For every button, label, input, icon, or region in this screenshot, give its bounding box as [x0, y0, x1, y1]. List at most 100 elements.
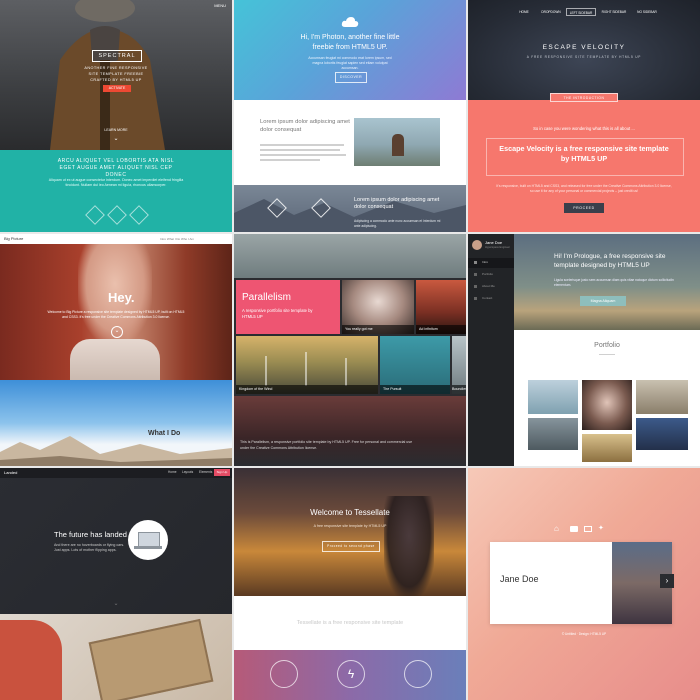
sidebar-name: Jane Doe: [485, 240, 503, 245]
red-chair: [0, 620, 62, 700]
nav-left-sidebar[interactable]: LEFT SIDEBAR: [566, 8, 596, 16]
proceed-button[interactable]: Proceed to second phase: [322, 541, 380, 552]
sign-up-button[interactable]: Sign Up: [214, 469, 230, 476]
nav-dropdown[interactable]: DROPDOWN: [536, 8, 566, 16]
photon-title: Hi, I'm Photon, another fine little free…: [300, 34, 400, 51]
next-arrow-button[interactable]: ›: [660, 574, 674, 588]
bigpicture-nav: Intro What I Do Who I Am: [160, 237, 230, 241]
tessellate-section: Tessellate is a free responsive site tem…: [234, 596, 466, 650]
spectral-band: ARCU ALIQUET VEL LOBORTIS ATA NISL EGET …: [0, 150, 232, 232]
photon-section: Lorem ipsum dolor adipiscing amet dolor …: [234, 100, 466, 185]
what-i-do-title: What I Do: [148, 430, 181, 437]
nav-no-sidebar[interactable]: NO SIDEBAR: [632, 8, 662, 16]
portfolio-thumb-1[interactable]: [528, 380, 578, 414]
clock-icon: [270, 660, 298, 688]
chevron-down-icon[interactable]: ⌄: [111, 600, 121, 607]
redhead-image: Hey. Welcome to Big Picture a responsive…: [0, 244, 232, 380]
prologue-portfolio: Portfolio: [514, 330, 700, 466]
bigpicture-logo[interactable]: Big Picture: [4, 236, 23, 241]
home-icon: [474, 261, 477, 264]
portfolio-item-5[interactable]: Boundless: [452, 336, 466, 394]
proceed-button[interactable]: PROCEED: [564, 203, 604, 213]
desk-image: [0, 614, 232, 700]
sidebar-item-contact[interactable]: Contact: [468, 294, 514, 304]
menu-link[interactable]: MENU: [214, 3, 226, 8]
landed-hero: Landed Home Layouts Elements Sign Up The…: [0, 468, 232, 614]
learn-more-link[interactable]: LEARN MORE: [96, 128, 136, 132]
nav-what-i-do[interactable]: What I Do: [167, 237, 180, 241]
landed-logo[interactable]: Landed: [4, 470, 17, 475]
section2-title: Lorem ipsum dolor adipiscing amet dolor …: [354, 197, 440, 210]
identity-name: Jane Doe: [500, 574, 539, 584]
tile-prologue[interactable]: Jane Doe Hyperspace Engineer Intro Portf…: [468, 234, 700, 466]
nav-home[interactable]: HOME: [512, 8, 536, 16]
sidebar-item-intro[interactable]: Intro: [468, 258, 514, 268]
tile-escape-velocity[interactable]: HOME DROPDOWN LEFT SIDEBAR RIGHT SIDEBAR…: [468, 0, 700, 232]
tessellate-features: ϟ: [234, 650, 466, 700]
nav-right-sidebar[interactable]: RIGHT SIDEBAR: [598, 8, 630, 16]
grid-icon: [474, 273, 477, 276]
sidebar-item-portfolio[interactable]: Portfolio: [468, 270, 514, 280]
nav-intro[interactable]: Intro: [160, 237, 166, 241]
arrow-down-icon[interactable]: ⌄: [111, 326, 123, 338]
intro-tab: THE INTRODUCTION: [550, 93, 618, 102]
home-icon[interactable]: ⌂: [554, 524, 559, 534]
tile-big-picture[interactable]: Big Picture Intro What I Do Who I Am Hey…: [0, 234, 232, 466]
tile-photon[interactable]: Hi, I'm Photon, another fine little free…: [234, 0, 466, 232]
envelope-icon[interactable]: [584, 526, 592, 532]
avatar: [472, 240, 482, 250]
discover-button[interactable]: DISCOVER: [335, 72, 367, 83]
tile-tessellate[interactable]: Welcome to Tessellate A free responsive …: [234, 468, 466, 700]
landed-navbar: Landed Home Layouts Elements Sign Up: [0, 468, 232, 478]
portfolio-thumb-6[interactable]: [636, 418, 688, 450]
section2-text: Adipiscing a commodo ante nunc accumsan …: [354, 219, 441, 228]
tile-parallelism[interactable]: Parallelism A responsive portfolio site …: [234, 234, 466, 466]
portfolio-item-3[interactable]: Kingdom of the Wind: [236, 336, 378, 394]
tessellate-subtitle: A free responsive site template by HTML5…: [313, 524, 387, 528]
portfolio-thumb-5[interactable]: [582, 434, 632, 462]
sidebar-item-label: Portfolio: [482, 272, 494, 276]
intro-small: So in case you were wondering what this …: [533, 126, 635, 131]
escape-subtitle: A FREE RESPONSIVE SITE TEMPLATE BY HTML5…: [526, 55, 642, 59]
landed-text: And there are no hoverboards or flying c…: [54, 543, 125, 552]
caption-4: The Pursuit: [380, 385, 450, 394]
site-title: SPECTRAL: [92, 50, 142, 62]
nav-elements[interactable]: Elements: [199, 470, 212, 474]
portfolio-item-4[interactable]: The Pursuit: [380, 336, 450, 394]
prologue-sidebar: Jane Doe Hyperspace Engineer Intro Portf…: [468, 234, 514, 466]
parallelism-subtitle: A responsive portfolio site template by …: [242, 308, 313, 319]
tessellate-section-text: Tessellate is a free responsive site tem…: [296, 620, 404, 626]
identity-icons: ⌂ ✦: [554, 524, 614, 534]
magna-aliquam-button[interactable]: Magna Aliquam: [580, 296, 626, 306]
band-text: Aliquam ut ex ut augue consectetur inter…: [48, 178, 184, 187]
nav-layouts[interactable]: Layouts: [182, 470, 193, 474]
activate-button[interactable]: ACTIVATE: [103, 85, 131, 92]
portfolio-thumb-4[interactable]: [528, 418, 578, 450]
sidebar-role: Hyperspace Engineer: [485, 246, 510, 249]
sidebar-item-label: Intro: [482, 260, 489, 264]
sweater: [70, 339, 160, 380]
prologue-text: Ligula scelerisque justo sem accumsan di…: [554, 278, 674, 287]
portfolio-thumb-3[interactable]: [636, 380, 688, 414]
twitter-icon[interactable]: ✦: [598, 524, 604, 534]
tile-landed[interactable]: Landed Home Layouts Elements Sign Up The…: [0, 468, 232, 700]
arrow-down-icon[interactable]: ⌄: [112, 136, 120, 142]
notebook: [88, 618, 214, 700]
sidebar-item-about[interactable]: About Me: [468, 282, 514, 292]
nav-who-i-am[interactable]: Who I Am: [181, 237, 194, 241]
escape-intro: THE INTRODUCTION So in case you were won…: [468, 93, 700, 232]
folder-icon[interactable]: [570, 526, 578, 532]
caption-3: Kingdom of the Wind: [236, 385, 378, 394]
sidebar-item-label: About Me: [482, 284, 495, 288]
portfolio-item-2[interactable]: Ad infinitum: [416, 280, 466, 334]
diamond-icon-2: [107, 205, 127, 225]
portfolio-thumb-2[interactable]: [582, 380, 632, 430]
nav-home[interactable]: Home: [168, 470, 177, 474]
parallelism-footer-image: This is Parallelism, a responsive portfo…: [234, 396, 466, 466]
identity-footer: © Untitled · Design: HTML5 UP: [561, 632, 607, 636]
landed-title: The future has landed: [54, 530, 127, 539]
tile-identity[interactable]: ⌂ ✦ Jane Doe › © Untitled · Design: HTML…: [468, 468, 700, 700]
portfolio-item-1[interactable]: You really got me: [342, 280, 414, 334]
tile-spectral[interactable]: MENU SPECTRAL ANOTHER FINE RESPONSIVE SI…: [0, 0, 232, 232]
caption-2: Ad infinitum: [416, 325, 466, 334]
